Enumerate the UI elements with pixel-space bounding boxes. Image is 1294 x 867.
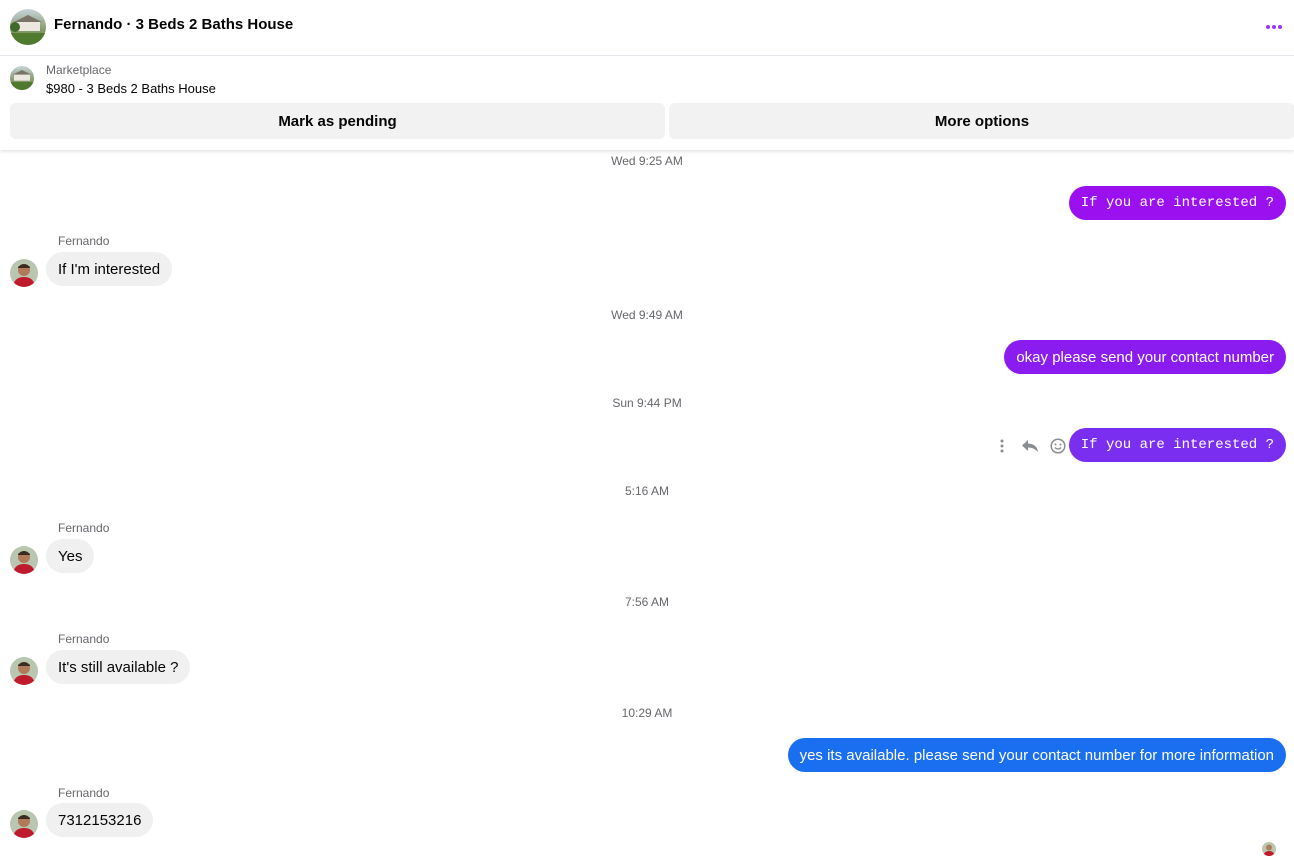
message-actions [990, 434, 1070, 458]
listing-source: Marketplace [46, 63, 112, 77]
seen-indicator-avatar [1262, 842, 1276, 856]
listing-thumbnail[interactable] [10, 66, 34, 90]
reply-icon[interactable] [1018, 434, 1042, 458]
house-photo-icon [10, 9, 46, 45]
timestamp: 5:16 AM [624, 484, 670, 498]
person-avatar-icon [10, 546, 38, 574]
marketplace-listing-panel: Marketplace $980 - 3 Beds 2 Baths House … [0, 56, 1294, 150]
incoming-message[interactable]: Yes [46, 539, 95, 573]
conversation-header: Fernando · 3 Beds 2 Baths House [0, 0, 1294, 56]
fernando-avatar[interactable] [10, 259, 38, 287]
sender-name: Fernando [58, 234, 110, 248]
fernando-avatar[interactable] [10, 810, 38, 838]
more-options-button[interactable]: More options [669, 103, 1294, 139]
outgoing-message[interactable]: yes its available. please send your cont… [787, 738, 1286, 772]
listing-avatar[interactable] [10, 9, 46, 45]
emoji-icon[interactable] [1046, 434, 1070, 458]
person-avatar-icon [1262, 842, 1276, 856]
incoming-message[interactable]: It's still available ? [46, 650, 191, 684]
more-horizontal-icon[interactable] [1263, 16, 1285, 38]
person-avatar-icon [10, 810, 38, 838]
fernando-avatar[interactable] [10, 657, 38, 685]
conversation-title: Fernando · 3 Beds 2 Baths House [54, 16, 294, 33]
house-photo-icon [10, 66, 34, 90]
incoming-message[interactable]: 7312153216 [46, 803, 154, 837]
person-avatar-icon [10, 259, 38, 287]
timestamp: Sun 9:44 PM [612, 396, 682, 410]
outgoing-message[interactable]: okay please send your contact number [1004, 340, 1286, 374]
fernando-avatar[interactable] [10, 546, 38, 574]
listing-name[interactable]: $980 - 3 Beds 2 Baths House [46, 81, 216, 96]
sender-name: Fernando [58, 786, 110, 800]
sender-name: Fernando [58, 521, 110, 535]
person-avatar-icon [10, 657, 38, 685]
timestamp: Wed 9:25 AM [611, 154, 683, 168]
timestamp: 10:29 AM [621, 706, 673, 720]
timestamp: 7:56 AM [624, 595, 670, 609]
outgoing-message[interactable]: If you are interested ? [1068, 428, 1286, 462]
more-vertical-icon[interactable] [990, 434, 1014, 458]
outgoing-message[interactable]: If you are interested ? [1068, 186, 1286, 220]
sender-name: Fernando [58, 632, 110, 646]
timestamp: Wed 9:49 AM [611, 308, 683, 322]
incoming-message[interactable]: If I'm interested [46, 252, 173, 286]
mark-as-pending-button[interactable]: Mark as pending [10, 103, 665, 139]
